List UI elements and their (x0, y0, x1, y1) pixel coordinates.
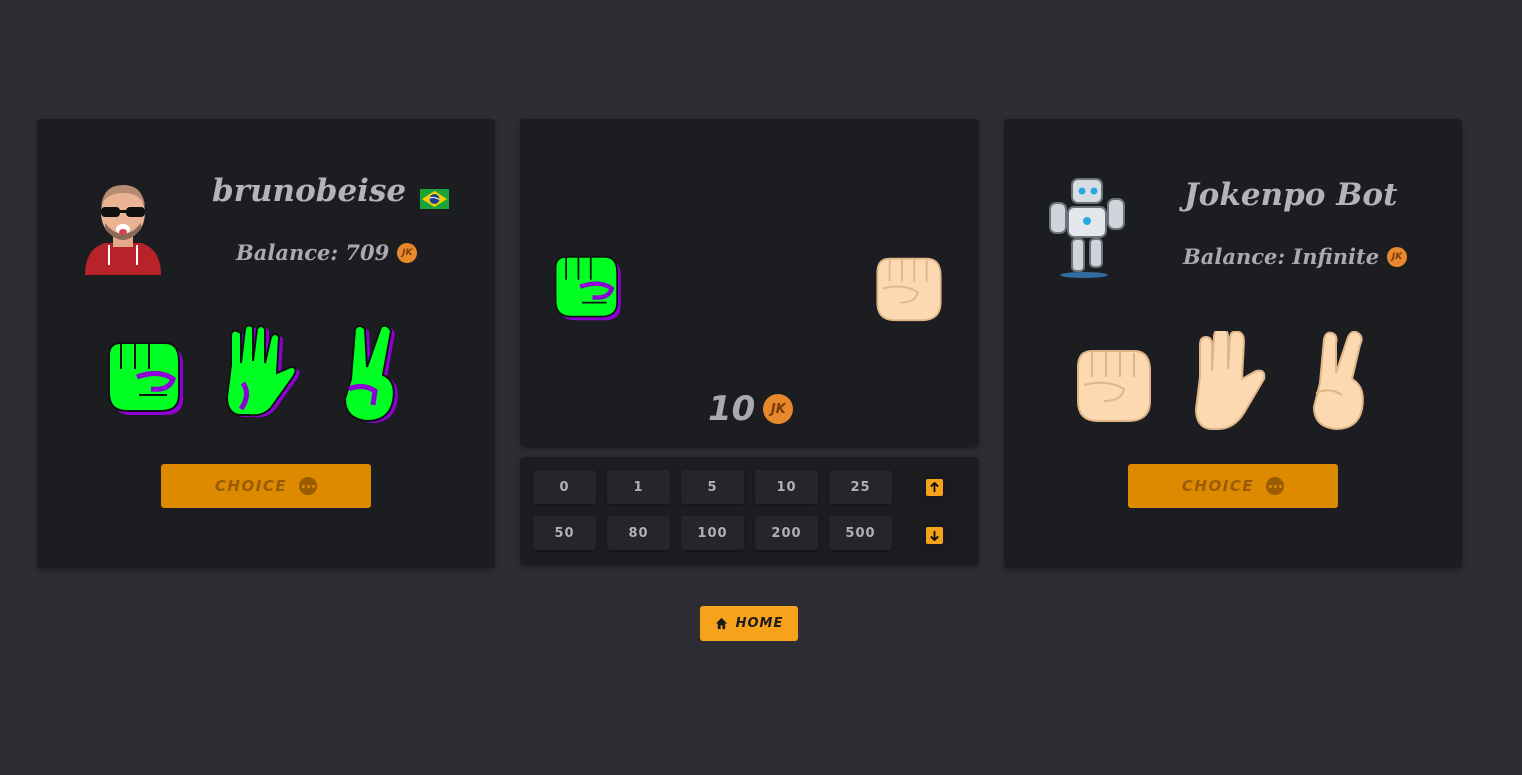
bot-scissors-icon (1302, 331, 1382, 431)
bot-paper-icon (1188, 331, 1268, 431)
bot-panel: Jokenpo Bot Balance: Infinite JK CHOICE (1004, 119, 1462, 568)
player-choice-button[interactable]: CHOICE (161, 464, 371, 508)
bet-option-50[interactable]: 50 (533, 516, 596, 550)
bot-rock-icon (1074, 331, 1154, 431)
more-dots-icon (299, 477, 318, 495)
player-hands (107, 325, 415, 425)
player-scissors-icon[interactable] (335, 325, 415, 425)
bet-option-25[interactable]: 25 (829, 470, 892, 504)
arrow-up-icon (925, 478, 943, 496)
jk-coin-icon: JK (763, 394, 794, 424)
current-bet: 10 JK (708, 389, 794, 429)
bet-option-10[interactable]: 10 (755, 470, 818, 504)
jk-coin-icon: JK (397, 242, 418, 263)
more-dots-icon (1266, 477, 1285, 495)
bet-option-80[interactable]: 80 (607, 516, 670, 550)
home-label: HOME (735, 616, 784, 631)
bet-panel: 0 1 5 10 25 50 80 100 200 500 (520, 457, 979, 565)
player-balance-label: Balance: 709 (236, 240, 390, 265)
player-name-row: brunobeise (212, 173, 450, 209)
player-name: brunobeise (212, 173, 407, 209)
player-avatar (83, 179, 163, 275)
arrow-down-icon (925, 526, 943, 544)
bot-balance-label: Balance: Infinite (1183, 244, 1380, 269)
arena-panel: 10 JK (520, 119, 979, 447)
jk-coin-icon: JK (1387, 246, 1408, 267)
bot-choice-button[interactable]: CHOICE (1128, 464, 1338, 508)
player-paper-icon[interactable] (221, 325, 301, 425)
player-choice-label: CHOICE (214, 477, 288, 495)
arena-bot-hand-icon (868, 241, 950, 329)
bot-balance: Balance: Infinite JK (1183, 244, 1408, 269)
arena-player-hand-icon (548, 241, 630, 329)
player-panel: brunobeise Balance: 709 JK CHOICE (37, 119, 495, 568)
bet-option-100[interactable]: 100 (681, 516, 744, 550)
brazil-flag-icon (420, 181, 450, 209)
decrease-bet-button[interactable] (914, 515, 954, 555)
home-icon (715, 617, 728, 630)
bet-option-500[interactable]: 500 (829, 516, 892, 550)
bot-avatar (1044, 175, 1130, 279)
bot-hands (1074, 331, 1382, 431)
increase-bet-button[interactable] (914, 467, 954, 507)
home-button[interactable]: HOME (700, 606, 798, 641)
bet-option-5[interactable]: 5 (681, 470, 744, 504)
bet-option-0[interactable]: 0 (533, 470, 596, 504)
player-balance: Balance: 709 JK (236, 240, 418, 265)
bet-option-1[interactable]: 1 (607, 470, 670, 504)
bot-name: Jokenpo Bot (1184, 177, 1398, 213)
bet-option-200[interactable]: 200 (755, 516, 818, 550)
bot-choice-label: CHOICE (1181, 477, 1255, 495)
current-bet-value: 10 (708, 389, 756, 429)
player-rock-icon[interactable] (107, 325, 187, 425)
